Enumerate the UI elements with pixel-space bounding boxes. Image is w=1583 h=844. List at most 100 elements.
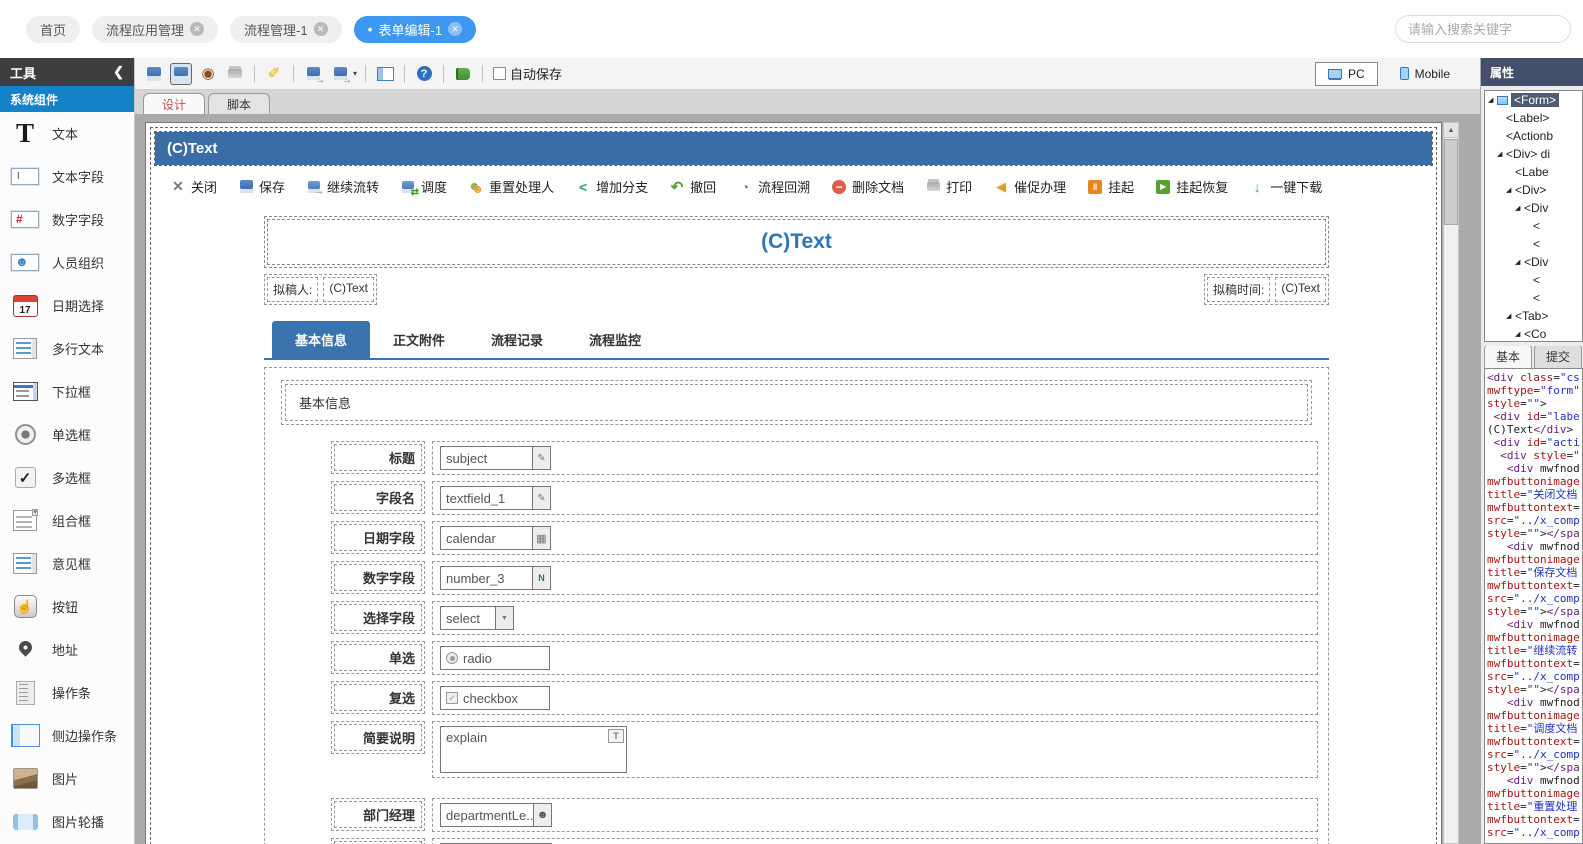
sidebar-item-按钮[interactable]: 按钮 — [0, 585, 134, 628]
action-打印[interactable]: 打印 — [925, 177, 972, 196]
book-icon[interactable] — [452, 63, 474, 85]
field-control-cell[interactable]: explain — [432, 721, 1318, 778]
action-继续流转[interactable]: 继续流转 — [306, 177, 379, 197]
textarea-control[interactable]: explain — [440, 726, 627, 773]
wand-icon[interactable] — [263, 63, 285, 85]
editor-tab-设计[interactable]: 设计 — [143, 93, 206, 114]
action-增加分支[interactable]: 增加分支 — [575, 177, 648, 196]
scrollbar-thumb[interactable] — [1444, 139, 1458, 225]
action-调度[interactable]: 调度 — [400, 177, 447, 198]
action-流程回溯[interactable]: 流程回溯 — [737, 177, 810, 196]
export-icon[interactable] — [329, 63, 352, 86]
field-label-cell[interactable]: 单选 — [331, 641, 425, 674]
draft-time-value[interactable]: (C)Text — [1275, 277, 1326, 302]
tree-node[interactable]: <Labe — [1485, 163, 1582, 181]
action-一键下载[interactable]: 一键下载 — [1249, 177, 1322, 196]
tree-expander-icon[interactable]: ◢ — [1506, 186, 1515, 194]
sidebar-item-单选框[interactable]: 单选框 — [0, 413, 134, 456]
action-催促办理[interactable]: 催促办理 — [993, 177, 1066, 196]
form-tab-流程监控[interactable]: 流程监控 — [566, 321, 664, 358]
autosave-checkbox[interactable] — [493, 67, 507, 80]
form-tab-基本信息[interactable]: 基本信息 — [272, 321, 371, 358]
tree-node[interactable]: ◢ <Div> — [1485, 181, 1582, 199]
sidebar-item-文本字段[interactable]: 文本字段 — [0, 155, 134, 198]
checkbox-control[interactable]: checkbox — [440, 686, 550, 710]
form-tab-正文附件[interactable]: 正文附件 — [370, 321, 468, 358]
search-input[interactable] — [1395, 15, 1571, 43]
tree-expander-icon[interactable]: ◢ — [1488, 96, 1497, 104]
action-挂起[interactable]: 挂起 — [1087, 177, 1134, 196]
tree-node[interactable]: < — [1485, 289, 1582, 307]
action-撤回[interactable]: 撤回 — [669, 177, 716, 196]
editor-tab-脚本[interactable]: 脚本 — [208, 93, 271, 114]
form-title-box[interactable]: (C)Text — [264, 216, 1329, 268]
close-icon[interactable]: ✕ — [313, 22, 328, 36]
tree-node[interactable]: < — [1485, 217, 1582, 235]
breadcrumb-tab[interactable]: 流程管理-1 ✕ — [230, 15, 342, 43]
draft-time-label[interactable]: 拟稿时间: — [1206, 277, 1271, 302]
sidebar-item-操作条[interactable]: 操作条 — [0, 671, 134, 714]
tree-node[interactable]: <Actionb — [1485, 127, 1582, 145]
autosave-toggle[interactable]: 自动保存 — [491, 64, 562, 83]
sidebar-item-组合框[interactable]: 组合框 — [0, 499, 134, 542]
tree-node[interactable]: ◢ <Form> — [1485, 91, 1582, 109]
tree-node[interactable]: ◢ <Div — [1485, 253, 1582, 271]
breadcrumb-tab[interactable]: 流程应用管理 ✕ — [92, 15, 219, 43]
action-关闭[interactable]: 关闭 — [170, 177, 217, 196]
form-page[interactable]: (C)Text 关闭 保存 继续流转 调度 重置处理人 增加分支 撤回 流程回溯 删除文档 打印 催… — [145, 122, 1442, 844]
field-label-cell[interactable]: 部门经理 — [331, 798, 425, 831]
properties-tab-基本[interactable]: 基本 — [1484, 346, 1533, 368]
sidebar-item-图片[interactable]: 图片 — [0, 757, 134, 800]
sidebar-item-意见框[interactable]: 意见框 — [0, 542, 134, 585]
tree-expander-icon[interactable]: ◢ — [1497, 150, 1506, 158]
tree-node[interactable]: ◢ <Tab> — [1485, 307, 1582, 325]
field-control-cell[interactable]: calendar — [432, 521, 1318, 555]
breadcrumb-tab[interactable]: 首页 — [26, 15, 81, 43]
sidebar-item-人员组织[interactable]: 人员组织 — [0, 241, 134, 284]
field-label-cell[interactable]: 标题 — [331, 441, 425, 474]
close-icon[interactable]: ✕ — [190, 22, 205, 36]
import-icon[interactable] — [302, 63, 325, 86]
form-window-titlebar[interactable]: (C)Text — [155, 132, 1432, 165]
field-control-cell[interactable]: subject — [432, 441, 1318, 475]
print-icon[interactable] — [224, 63, 246, 85]
tree-expander-icon[interactable]: ◢ — [1506, 312, 1515, 320]
tree-node[interactable]: ◢ <Co — [1485, 325, 1582, 341]
select-control[interactable]: select — [440, 606, 514, 630]
tree-node[interactable]: < — [1485, 235, 1582, 253]
properties-tab-提交[interactable]: 提交 — [1534, 346, 1583, 368]
sidebar-item-文本[interactable]: 文本 — [0, 112, 134, 155]
field-label-cell[interactable]: 简要说明 — [331, 721, 425, 754]
number-control[interactable]: number_3 — [440, 566, 551, 590]
scroll-up-icon[interactable]: ▲ — [1444, 123, 1458, 138]
tree-expander-icon[interactable]: ◢ — [1515, 258, 1524, 266]
field-label-cell[interactable]: 选择字段 — [331, 601, 425, 634]
section-title[interactable]: 基本信息 — [285, 384, 1308, 421]
sidebar-item-多行文本[interactable]: 多行文本 — [0, 327, 134, 370]
field-control-cell[interactable]: companyLeader — [432, 838, 1318, 844]
drafter-label[interactable]: 拟稿人: — [267, 277, 319, 302]
text-control[interactable]: subject — [440, 446, 551, 470]
field-label-cell[interactable]: 数字字段 — [331, 561, 425, 594]
sidebar-item-多选框[interactable]: 多选框 — [0, 456, 134, 499]
sidebar-item-侧边操作条[interactable]: 侧边操作条 — [0, 714, 134, 757]
radio-control[interactable]: radio — [440, 646, 550, 670]
form-title[interactable]: (C)Text — [267, 219, 1326, 265]
help-icon[interactable] — [413, 63, 435, 85]
date-control[interactable]: calendar — [440, 526, 551, 550]
text-control[interactable]: textfield_1 — [440, 486, 551, 510]
field-label-cell[interactable]: 复选 — [331, 681, 425, 714]
section-box[interactable]: 基本信息 — [281, 380, 1312, 425]
layout-icon[interactable] — [374, 63, 396, 85]
dropdown-caret-icon[interactable]: ▾ — [353, 69, 357, 78]
sidebar-item-地址[interactable]: 地址 — [0, 628, 134, 671]
tree-expander-icon[interactable]: ◢ — [1515, 204, 1524, 212]
draft-time-group[interactable]: 拟稿时间: (C)Text — [1203, 274, 1329, 305]
sidebar-item-日期选择[interactable]: 日期选择 — [0, 284, 134, 327]
action-删除文档[interactable]: 删除文档 — [831, 177, 904, 196]
chevron-left-icon[interactable]: ❮ — [113, 64, 124, 80]
drafter-group[interactable]: 拟稿人: (C)Text — [264, 274, 378, 305]
tree-node[interactable]: < — [1485, 271, 1582, 289]
field-control-cell[interactable]: number_3 — [432, 561, 1318, 595]
field-label-cell[interactable]: 日期字段 — [331, 521, 425, 554]
